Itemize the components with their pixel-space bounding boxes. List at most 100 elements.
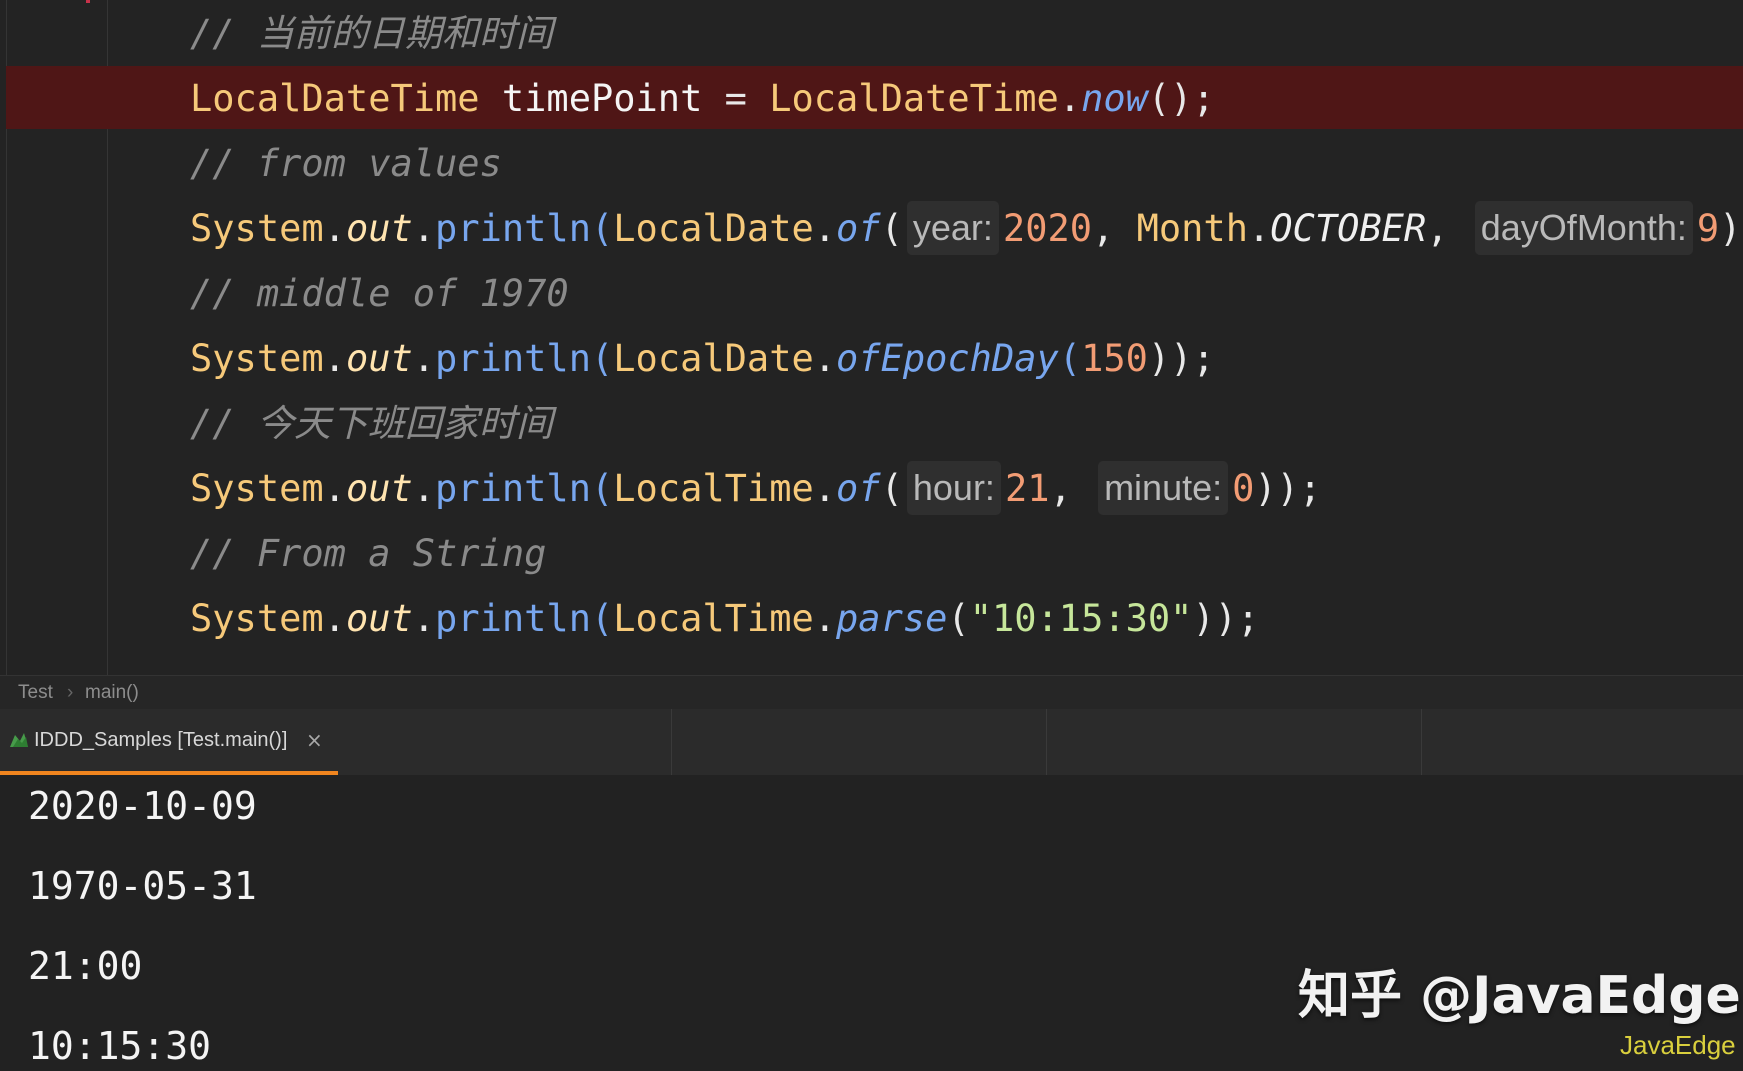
code-editor[interactable]: // 当前的日期和时间 LocalDateTime timePoint = Lo… xyxy=(0,0,1743,675)
parameter-hint-hour: hour: xyxy=(906,460,1001,515)
breadcrumb-item-test[interactable]: Test xyxy=(18,676,53,710)
breadcrumb: Test › main() xyxy=(0,675,1743,710)
class-name: LocalTime xyxy=(613,597,814,640)
dot: . xyxy=(412,207,436,250)
paren: ( xyxy=(590,467,614,510)
comment-text: // From a String xyxy=(190,532,547,575)
number-literal: 150 xyxy=(1081,337,1148,380)
tab-divider xyxy=(1421,709,1422,775)
class-name: LocalTime xyxy=(613,467,814,510)
dot: . xyxy=(412,337,436,380)
comment-text: // 当前的日期和时间 xyxy=(190,12,553,55)
method-name: println xyxy=(435,207,591,250)
number-literal: 21 xyxy=(1004,467,1050,510)
punctuation: (); xyxy=(1147,77,1215,120)
parameter-hint-year: year: xyxy=(906,200,999,255)
number-literal: 2020 xyxy=(1002,207,1093,250)
dot: . xyxy=(813,337,837,380)
method-name: println xyxy=(435,467,591,510)
breadcrumb-item-main[interactable]: main() xyxy=(85,676,139,710)
comma: , xyxy=(1049,467,1072,510)
comma: , xyxy=(1426,207,1449,250)
class-name: LocalDate xyxy=(613,337,814,380)
code-comment-line[interactable]: // 当前的日期和时间 xyxy=(190,4,553,64)
run-config-icon xyxy=(10,733,28,747)
tab-divider xyxy=(671,709,672,775)
breadcrumb-separator: › xyxy=(67,682,74,703)
console-line: 10:15:30 xyxy=(28,1024,212,1068)
paren: ( xyxy=(947,597,970,640)
dot: . xyxy=(1247,207,1271,250)
method-name: println xyxy=(435,597,591,640)
class-name: LocalDate xyxy=(613,207,814,250)
method-name: of xyxy=(836,207,881,250)
dot: . xyxy=(813,467,837,510)
string-literal: "10:15:30" xyxy=(969,597,1193,640)
console-line: 21:00 xyxy=(28,944,143,988)
comment-text: // from values xyxy=(190,142,502,185)
paren: ( xyxy=(590,207,614,250)
class-name: LocalDateTime xyxy=(190,77,480,120)
dot: . xyxy=(1058,77,1082,120)
tab-label: IDDD_Samples [Test.main()] xyxy=(34,729,288,751)
code-comment-line[interactable]: // middle of 1970 xyxy=(190,264,569,324)
punctuation: )); xyxy=(1147,337,1215,380)
comment-text: // middle of 1970 xyxy=(190,272,569,315)
dot: . xyxy=(412,597,436,640)
tab-run-configuration[interactable]: IDDD_Samples [Test.main()] × xyxy=(0,709,338,775)
class-name: System xyxy=(190,467,324,510)
number-literal: 0 xyxy=(1232,467,1255,510)
punctuation: )); xyxy=(1192,597,1260,640)
field-name: out xyxy=(345,337,413,380)
class-name: System xyxy=(190,207,324,250)
code-comment-line[interactable]: // from values xyxy=(190,134,502,194)
field-name: out xyxy=(345,207,413,250)
tab-divider xyxy=(1046,709,1047,775)
code-line[interactable]: System.out.println(LocalTime.parse("10:1… xyxy=(190,589,1259,649)
code-comment-line[interactable]: // From a String xyxy=(190,524,546,584)
enum-constant: OCTOBER xyxy=(1270,207,1427,250)
console-line: 1970-05-31 xyxy=(28,864,257,908)
punctuation: )); xyxy=(1719,207,1743,250)
method-name: println xyxy=(435,337,591,380)
method-name: now xyxy=(1081,77,1148,120)
paren: ( xyxy=(590,337,614,380)
class-name: System xyxy=(190,597,324,640)
comma: , xyxy=(1092,207,1115,250)
dot: . xyxy=(323,337,346,380)
paren: ( xyxy=(880,467,903,510)
paren: ( xyxy=(590,597,614,640)
dot: . xyxy=(323,467,346,510)
class-name: LocalDateTime xyxy=(769,77,1059,120)
error-stripe-marker[interactable] xyxy=(86,0,90,3)
console-line: 2020-10-09 xyxy=(28,784,257,828)
dot: . xyxy=(323,597,346,640)
method-name: of xyxy=(836,467,881,510)
code-line[interactable]: System.out.println(LocalTime.of(hour: 21,… xyxy=(190,459,1321,519)
close-icon[interactable]: × xyxy=(306,709,323,771)
parameter-hint-dayofmonth: dayOfMonth: xyxy=(1474,200,1693,255)
watermark-zhihu: 知乎 @JavaEdge xyxy=(1298,966,1741,1026)
number-literal: 9 xyxy=(1696,207,1720,250)
paren: ( xyxy=(1058,337,1082,380)
field-name: out xyxy=(345,597,413,640)
class-name: Month xyxy=(1136,207,1248,250)
run-tool-window-tabbar: IDDD_Samples [Test.main()] × xyxy=(0,709,1743,775)
dot: . xyxy=(412,467,436,510)
code-line[interactable]: System.out.println(LocalDate.ofEpochDay(… xyxy=(190,329,1215,389)
code-line[interactable]: LocalDateTime timePoint = LocalDateTime.… xyxy=(190,69,1215,129)
dot: . xyxy=(813,597,837,640)
watermark-author: JavaEdge xyxy=(1620,1030,1736,1060)
paren: ( xyxy=(880,207,903,250)
comment-text: // 今天下班回家时间 xyxy=(190,402,553,445)
parameter-hint-minute: minute: xyxy=(1098,460,1229,515)
punctuation: )); xyxy=(1254,467,1322,510)
dot: . xyxy=(323,207,346,250)
code-comment-line[interactable]: // 今天下班回家时间 xyxy=(190,394,553,454)
operator: = xyxy=(724,77,747,120)
variable-name: timePoint xyxy=(501,77,703,120)
field-name: out xyxy=(345,467,413,510)
dot: . xyxy=(813,207,837,250)
code-line[interactable]: System.out.println(LocalDate.of(year: 202… xyxy=(190,199,1743,259)
method-name: parse xyxy=(836,597,948,640)
